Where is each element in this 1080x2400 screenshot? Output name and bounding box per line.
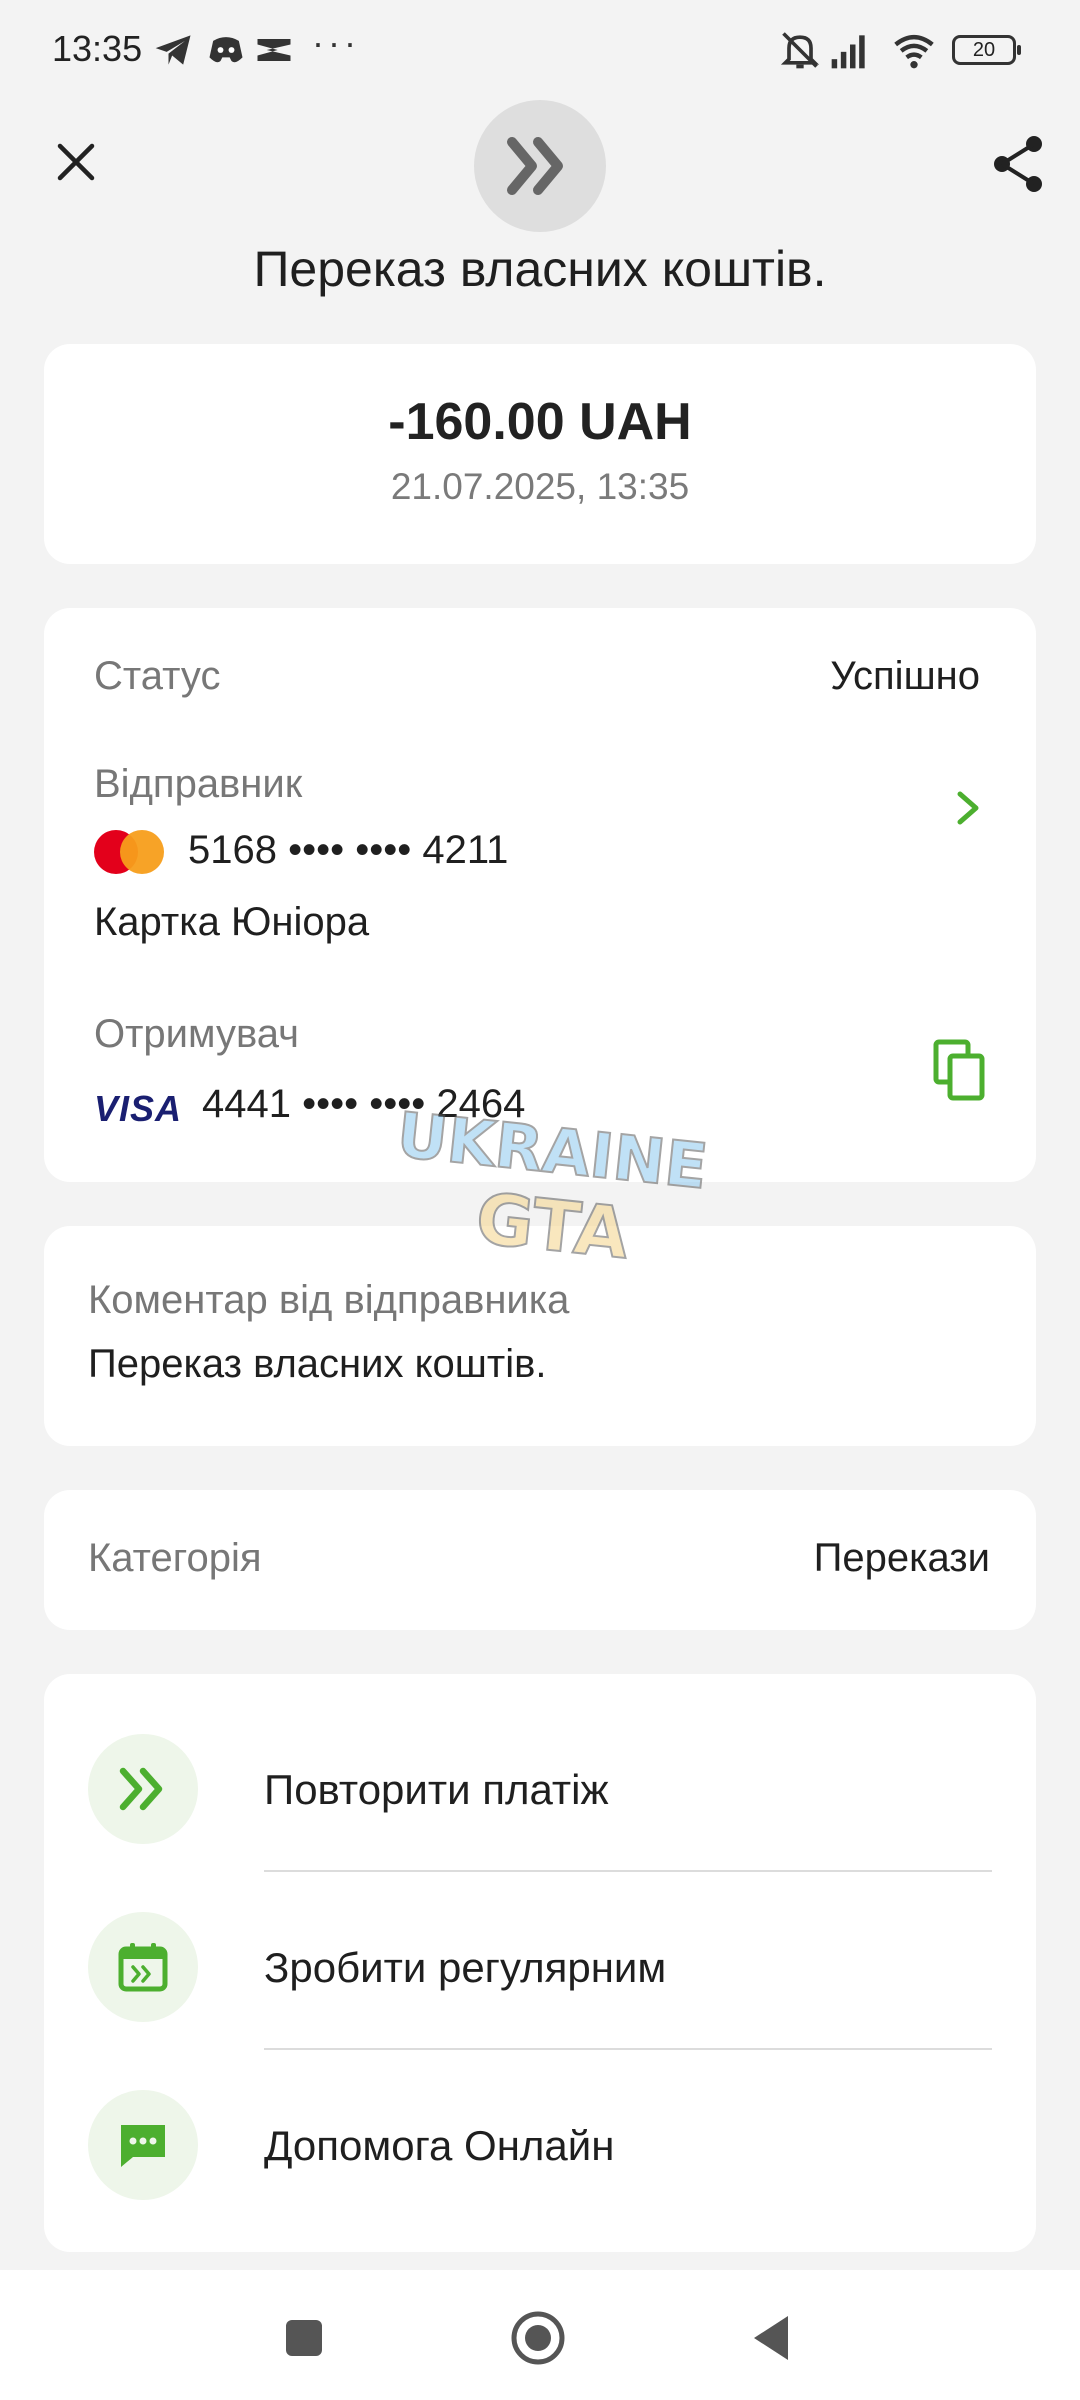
capcut-icon [257, 39, 291, 61]
recipient-label: Отримувач [94, 1012, 299, 1056]
copy-icon[interactable] [930, 1038, 990, 1104]
signal-icon [831, 35, 865, 69]
discord-icon [209, 37, 243, 63]
status-time: 13:35 [52, 28, 143, 69]
category-card[interactable]: Категорія Перекази [44, 1490, 1036, 1630]
sender-card-name: Картка Юніора [94, 900, 370, 944]
divider [264, 1870, 992, 1872]
mastercard-icon [94, 830, 164, 874]
repeat-payment-button[interactable]: Повторити платіж [44, 1720, 1036, 1860]
comment-text: Переказ власних коштів. [88, 1342, 547, 1386]
page-title: Переказ власних коштів. [253, 241, 827, 297]
battery-icon: 20 [952, 35, 1021, 65]
wifi-icon [894, 34, 934, 69]
amount-card: -160.00 UAH 21.07.2025, 13:35 [44, 344, 1036, 564]
make-regular-label: Зробити регулярним [264, 1944, 667, 1991]
recents-button-icon[interactable] [274, 2308, 334, 2368]
close-icon[interactable] [46, 132, 106, 192]
repeat-payment-label: Повторити платіж [264, 1766, 609, 1813]
system-nav-bar [0, 2270, 1080, 2400]
sender-card-number: 5168 •••• •••• 4211 [188, 828, 509, 872]
repeat-payment-icon [88, 1734, 198, 1844]
divider [264, 2048, 992, 2050]
status-label: Статус [94, 654, 221, 698]
online-help-label: Допомога Онлайн [264, 2122, 615, 2169]
visa-icon: VISA [94, 1088, 183, 1129]
more-notifications-icon: ··· [312, 22, 360, 63]
calendar-icon [88, 1912, 198, 2022]
share-icon[interactable] [988, 132, 1048, 196]
double-chevron-right-icon [507, 137, 563, 195]
status-bar: 13:35 ··· 20 [0, 0, 1080, 100]
category-value: Перекази [813, 1536, 990, 1580]
home-button-icon[interactable] [508, 2308, 568, 2368]
transaction-datetime: 21.07.2025, 13:35 [390, 466, 690, 507]
mute-bell-icon [780, 32, 820, 69]
actions-card: Повторити платіж Зробити регулярним Допо… [44, 1674, 1036, 2252]
comment-label: Коментар від відправника [88, 1278, 570, 1322]
transaction-amount: -160.00 UAH [388, 393, 692, 451]
svg-text:GTA: GTA [472, 1177, 632, 1275]
transfer-type-badge [474, 100, 606, 232]
back-button-icon[interactable] [744, 2308, 804, 2368]
chevron-right-icon[interactable] [950, 788, 986, 828]
telegram-icon [155, 35, 191, 65]
sender-label: Відправник [94, 762, 303, 806]
chat-icon [88, 2090, 198, 2200]
watermark-logo: UKRAINE GTA [393, 1110, 710, 1276]
status-value: Успішно [830, 654, 980, 698]
details-card: Статус Успішно Відправник 5168 •••• ••••… [44, 608, 1036, 1182]
online-help-button[interactable]: Допомога Онлайн [44, 2076, 1036, 2216]
make-regular-button[interactable]: Зробити регулярним [44, 1898, 1036, 2038]
category-label: Категорія [88, 1536, 262, 1580]
